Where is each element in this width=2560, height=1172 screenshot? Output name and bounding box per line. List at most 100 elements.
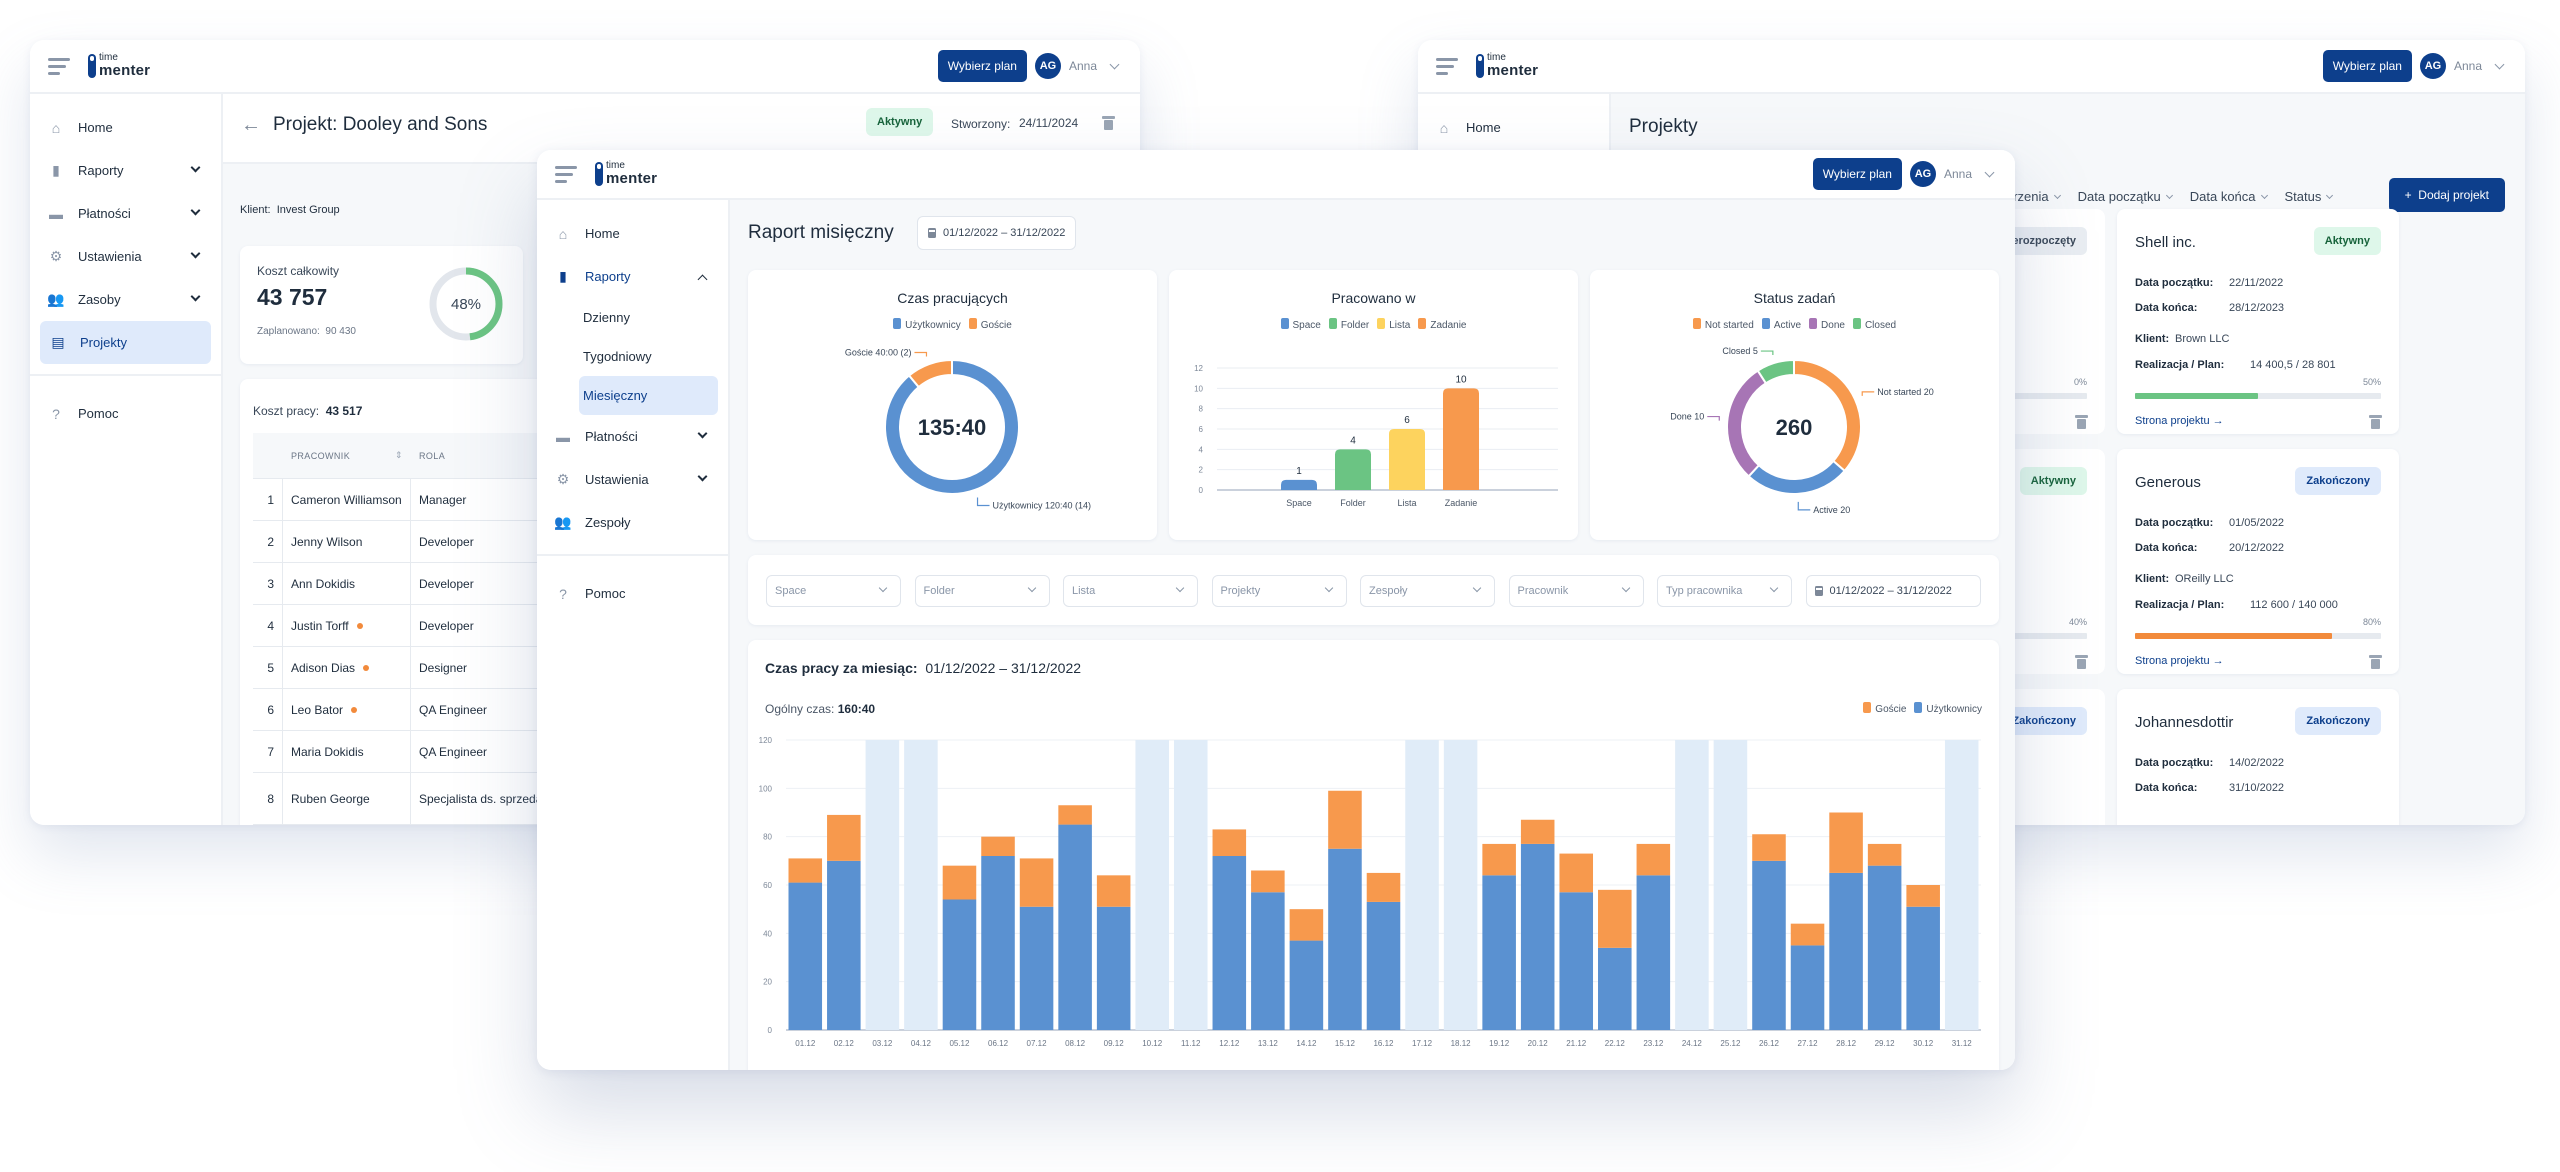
bar-segment-users <box>1520 843 1555 1030</box>
plan-row: Realizacja / Plan: 14 400,5 / 28 801 <box>2135 359 2336 371</box>
sidebar-item-teams[interactable]: 👥 Zespoły <box>537 501 728 544</box>
chevron-down-icon[interactable] <box>1984 167 1995 178</box>
delete-icon[interactable] <box>2369 415 2382 429</box>
back-arrow-icon[interactable]: ← <box>241 114 261 137</box>
bar-value-label: 10 <box>1455 374 1467 385</box>
x-tick-label: 01.12 <box>795 1039 816 1048</box>
bar-segment-guests <box>1867 843 1902 866</box>
chevron-down-icon[interactable] <box>190 162 201 173</box>
sidebar-item-weekly[interactable]: Tygodniowy <box>537 337 728 376</box>
slice-label: Closed 5 <box>1722 346 1758 356</box>
donut-slice-done <box>1726 369 1768 478</box>
add-project-button[interactable]: + Dodaj projekt <box>2388 178 2505 212</box>
weekend-band <box>865 740 900 1030</box>
project-page-link[interactable]: Strona projektu → <box>2135 655 2224 667</box>
user-name[interactable]: Anna <box>1944 167 1972 181</box>
start-value: 14/02/2022 <box>2229 757 2285 769</box>
plan-value: 14 400,5 / 28 801 <box>2250 359 2336 371</box>
employee-name: Maria Dokidis <box>291 744 364 759</box>
chevron-down-icon[interactable] <box>190 291 201 302</box>
stacked-bar-chart-monthly: 0 20 40 60 80 100 120 01.12 02.12 03.12 04.12 05.12… <box>759 736 1981 1048</box>
filter-1[interactable]: Data początku <box>2078 189 2176 204</box>
slice-label: Active 20 <box>1813 505 1850 515</box>
x-tick-label: 06.12 <box>988 1039 1009 1048</box>
sidebar-item-reports[interactable]: ▮ Raporty <box>537 255 728 298</box>
delete-icon[interactable] <box>2369 655 2382 669</box>
sidebar-item-raporty[interactable]: ▮ Raporty <box>30 149 221 192</box>
chevron-down-icon[interactable] <box>190 205 201 216</box>
avatar[interactable]: AG <box>1909 161 1936 187</box>
slice-leader-line <box>1861 391 1875 396</box>
sidebar-item-home[interactable]: ⌂ Home <box>30 106 221 149</box>
choose-plan-button[interactable]: Wybierz plan <box>2322 50 2412 82</box>
filter-2[interactable]: Data końca <box>2190 189 2271 204</box>
sidebar-item-settings[interactable]: ⚙ Ustawienia <box>537 458 728 501</box>
chevron-down-icon[interactable] <box>190 248 201 259</box>
filter-select-pracownik[interactable]: Pracownik <box>1508 575 1644 607</box>
sidebar-item-payments[interactable]: ▬ Płatności <box>537 415 728 458</box>
avatar[interactable]: AG <box>2419 53 2446 79</box>
app-logo[interactable]: time menter <box>1476 52 1546 82</box>
column-header-employee[interactable]: PRACOWNIK ⇕ <box>283 450 411 461</box>
x-tick-label: Zadanie <box>1445 498 1478 508</box>
sidebar-item-help[interactable]: ? Pomoc <box>30 392 221 435</box>
filter-select-lista[interactable]: Lista <box>1063 575 1198 607</box>
choose-plan-button[interactable]: Wybierz plan <box>1812 158 1902 190</box>
filter-placeholder: Space <box>775 585 807 597</box>
avatar[interactable]: AG <box>1034 53 1061 79</box>
menu-icon[interactable] <box>1436 58 1458 76</box>
start-date-row: Data początku: 22/11/2022 <box>2135 277 2283 289</box>
x-tick-label: 24.12 <box>1682 1039 1703 1048</box>
legend-item[interactable]: Goście <box>1863 702 1906 715</box>
legend-item[interactable]: Użytkownicy <box>1914 702 1982 715</box>
filter-select-folder[interactable]: Folder <box>914 575 1050 607</box>
sidebar-item-projekty[interactable]: ▤ Projekty <box>40 321 211 364</box>
chevron-down-icon[interactable] <box>2494 59 2505 70</box>
weekend-band <box>904 740 938 1030</box>
filter-select-zespoły[interactable]: Zespoły <box>1360 575 1495 607</box>
choose-plan-button[interactable]: Wybierz plan <box>937 50 1027 82</box>
app-logo[interactable]: time menter <box>595 160 665 190</box>
sidebar-item-home[interactable]: ⌂ Home <box>537 212 728 255</box>
sidebar-item-monthly[interactable]: Miesięczny <box>579 376 718 415</box>
chevron-down-icon[interactable] <box>1109 59 1120 70</box>
chevron-up-icon[interactable] <box>697 274 708 285</box>
bar-segment-guests <box>1366 872 1401 902</box>
chevron-down-icon[interactable] <box>697 428 708 439</box>
filter-select-projekty[interactable]: Projekty <box>1211 575 1347 607</box>
row-number: 6 <box>253 689 283 730</box>
delete-icon[interactable] <box>1102 116 1115 130</box>
filter-date-range[interactable]: 01/12/2022 – 31/12/2022 <box>1805 575 1981 607</box>
sidebar-item-help[interactable]: ? Pomoc <box>537 572 728 615</box>
start-label: Data początku: <box>2135 517 2214 529</box>
home-icon: ⌂ <box>558 225 568 242</box>
monthly-chart-card: Czas pracy za miesiąc: 01/12/2022 – 31/1… <box>748 640 1999 1070</box>
filter-select-space[interactable]: Space <box>766 575 901 607</box>
legend-swatch <box>1863 702 1872 713</box>
delete-icon[interactable] <box>2075 415 2088 429</box>
menu-icon[interactable] <box>48 58 70 76</box>
account-area: Wybierz plan AG Anna <box>2322 50 2507 82</box>
sidebar-item-home[interactable]: ⌂ Home <box>1418 106 1609 149</box>
sidebar-item-płatności[interactable]: ▬ Płatności <box>30 192 221 235</box>
app-logo[interactable]: time menter <box>88 52 158 82</box>
date-range-picker[interactable]: 01/12/2022 – 31/12/2022 <box>917 216 1077 250</box>
delete-icon[interactable] <box>2075 655 2088 669</box>
chart-title: Czas pracujących <box>897 290 1008 306</box>
project-page-link[interactable]: Strona projektu → <box>2135 415 2224 427</box>
chevron-down-icon[interactable] <box>697 471 708 482</box>
chart-card-work-time: Czas pracujących Użytkownicy Goście Użytk… <box>748 270 1157 540</box>
bar-segment-users <box>1559 892 1594 1030</box>
filter-select-typ-pracownika[interactable]: Typ pracownika <box>1657 575 1792 607</box>
y-tick-label: 12 <box>1194 364 1203 373</box>
sidebar-item-ustawienia[interactable]: ⚙ Ustawienia <box>30 235 221 278</box>
filter-3[interactable]: Status <box>2285 189 2337 204</box>
sidebar-item-daily[interactable]: Dzienny <box>537 298 728 337</box>
sort-icon[interactable]: ⇕ <box>395 450 403 461</box>
user-name[interactable]: Anna <box>1069 59 1097 73</box>
project-card: Shell inc. Aktywny Data początku: 22/11/202… <box>2117 209 2399 434</box>
user-name[interactable]: Anna <box>2454 59 2482 73</box>
clipboard-icon: ▤ <box>51 334 65 350</box>
menu-icon[interactable] <box>555 166 577 184</box>
sidebar-item-zasoby[interactable]: 👥 Zasoby <box>30 278 221 321</box>
